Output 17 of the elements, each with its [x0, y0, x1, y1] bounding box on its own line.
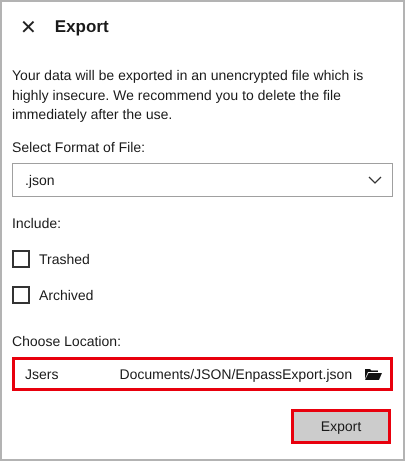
checkbox-label: Trashed: [39, 250, 90, 266]
export-button[interactable]: Export: [291, 408, 391, 444]
chevron-down-icon: [368, 176, 382, 184]
dialog-title: Export: [54, 17, 109, 37]
warning-message: Your data will be exported in an unencrypted file which is highly insecure. We recommend you to delete the file immediately after the use.: [12, 66, 364, 124]
location-field[interactable]: Jsers Documents/JSON/EnpassExport.json: [12, 356, 393, 390]
checkbox[interactable]: [12, 286, 30, 304]
close-button[interactable]: ✕: [20, 15, 37, 39]
format-label: Select Format of File:: [12, 138, 146, 154]
checkbox[interactable]: [12, 250, 30, 268]
format-dropdown[interactable]: .json: [12, 162, 393, 196]
checkbox-label: Archived: [39, 286, 94, 302]
folder-icon[interactable]: [365, 368, 382, 380]
location-label: Choose Location:: [12, 332, 122, 348]
include-label: Include:: [12, 214, 62, 230]
path-text: Jsers: [25, 366, 58, 382]
path-text: Documents/JSON/EnpassExport.json: [119, 366, 352, 382]
